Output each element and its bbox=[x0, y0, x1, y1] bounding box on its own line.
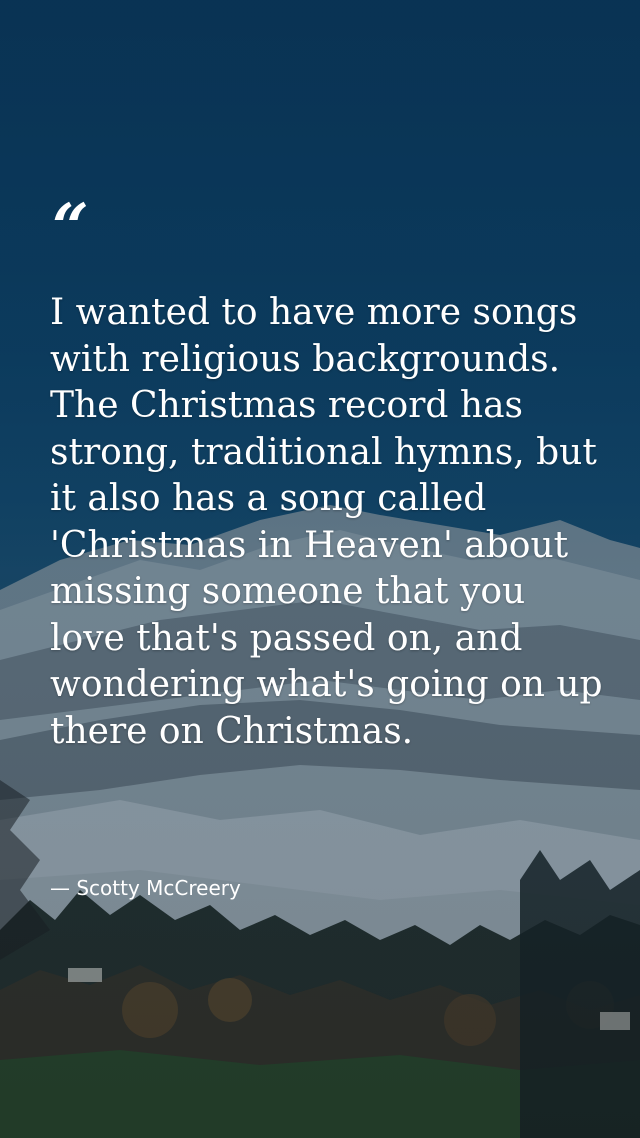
quote-mark-icon: “ bbox=[52, 190, 89, 265]
quote-text: I wanted to have more songs with religio… bbox=[50, 292, 603, 752]
quote-card: “ I wanted to have more songs with relig… bbox=[0, 0, 640, 1138]
quote-attribution: — Scotty McCreery bbox=[50, 876, 241, 900]
